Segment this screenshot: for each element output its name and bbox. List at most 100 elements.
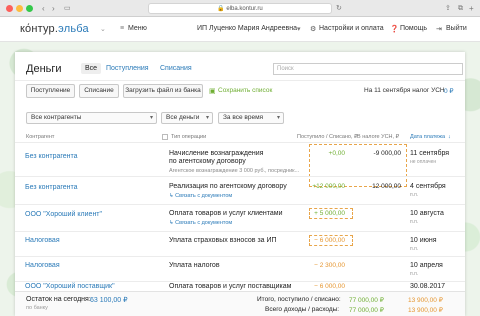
operation-type: Реализация по агентскому договору (169, 183, 287, 190)
money-panel: Деньги Все Поступления Списания Поиск По… (15, 52, 465, 316)
contractor-filter[interactable]: Все контрагенты ▾ (26, 112, 157, 124)
help-link[interactable]: Помощь (400, 25, 427, 32)
chevron-down-icon: ▾ (276, 115, 280, 121)
contractor-link[interactable]: Без контрагента (25, 184, 78, 191)
payment-date: 10 августа (410, 210, 444, 217)
tax-note: На 11 сентября налог УСН (364, 87, 445, 94)
table-row[interactable]: ООО "Хороший поставщик" Оплата товаров и… (15, 282, 465, 291)
menu-icon: ≡ (120, 25, 125, 32)
col-contractor[interactable]: Контрагент (26, 134, 54, 140)
link-icon: ↳ (169, 220, 174, 226)
chevron-down-icon: ▾ (205, 115, 209, 121)
all-expense: 13 900,00 ₽ (408, 307, 443, 314)
payment-doc[interactable]: п.п. (410, 219, 418, 225)
table-row[interactable]: Без контрагента Начисление вознаграждени… (15, 146, 465, 176)
balance-sub: по банку (26, 305, 48, 311)
upload-bank-file-button[interactable]: Загрузить файл из банка (123, 84, 203, 98)
expense-button[interactable]: Списание (79, 84, 119, 98)
select-all-checkbox[interactable] (162, 134, 168, 140)
amount-value: + 5 000,00 (314, 210, 345, 217)
payment-status: не оплачен (410, 159, 437, 165)
income-button[interactable]: Поступление (26, 84, 75, 98)
settings-link[interactable]: Настройки и оплата (319, 25, 384, 32)
share-icon[interactable]: ⇪ (445, 3, 451, 14)
search-input[interactable]: Поиск (273, 63, 463, 75)
total-expense: 13 900,00 ₽ (408, 297, 443, 304)
logout-link[interactable]: Выйти (446, 25, 467, 32)
logo[interactable]: кόнтур.эльба (20, 23, 89, 35)
col-operation[interactable]: Тип операции (171, 134, 206, 140)
table-row[interactable]: Налоговая Уплата страховых взносов за ИП… (15, 233, 465, 258)
col-date[interactable]: Дата платежа (410, 134, 445, 140)
tax-note-value[interactable]: 0 ₽ (444, 87, 454, 95)
contractor-link[interactable]: ООО "Хороший поставщик" (25, 283, 115, 290)
operation-type: Уплата налогов (169, 262, 220, 269)
payment-doc[interactable]: п.п. (410, 246, 418, 252)
chevron-down-icon: ▾ (297, 26, 301, 33)
operation-type: Начисление вознаграждения (169, 150, 264, 157)
tab-expense[interactable]: Списания (160, 65, 192, 72)
chevron-down-icon[interactable]: ⌄ (100, 25, 106, 33)
col-tax[interactable]: В налоге УСН, ₽ (357, 134, 399, 140)
col-amount[interactable]: Поступило / Списано, ₽ (297, 134, 358, 140)
tax-value: 12 000,00 (372, 183, 401, 190)
table-row[interactable]: ООО "Хороший клиент" Оплата товаров и ус… (15, 207, 465, 232)
contractor-link[interactable]: Без контрагента (25, 153, 78, 160)
operation-type: Уплата страховых взносов за ИП (169, 237, 277, 244)
table-row[interactable]: Налоговая Уплата налогов − 2 300,00 10 а… (15, 258, 465, 283)
forward-icon[interactable]: › (52, 3, 55, 14)
payment-date: 30.08.2017 (410, 283, 446, 290)
amount-value: − 6 000,00 (314, 283, 345, 290)
amount-value: − 6 000,00 (314, 237, 345, 244)
total-income: 77 000,00 ₽ (349, 297, 384, 304)
save-list-link[interactable]: Сохранить список (218, 87, 272, 94)
lock-icon: 🔒 (217, 6, 225, 12)
sidebar-icon[interactable]: ▭ (64, 3, 71, 14)
address-bar[interactable]: 🔒 elba.kontur.ru (148, 3, 332, 14)
app-header: кόнтур.эльба ⌄ ≡ Меню ИП Луценко Мария А… (0, 17, 480, 42)
balance-value[interactable]: 63 100,00 ₽ (90, 296, 128, 304)
save-icon: ▣ (209, 88, 216, 95)
close-window-button[interactable] (6, 5, 13, 12)
tab-all[interactable]: Все (81, 63, 102, 74)
payment-doc[interactable]: п.п. (410, 192, 418, 198)
link-icon: ↳ (169, 193, 174, 199)
chevron-down-icon: ▾ (149, 115, 153, 121)
zoom-window-button[interactable] (26, 5, 33, 12)
menu-button[interactable]: Меню (128, 25, 147, 32)
link-document[interactable]: ↳ Связать с документом (169, 193, 232, 199)
browser-toolbar: ‹ › ▭ 🔒 elba.kontur.ru ↻ ⇪ ⧉ + (0, 0, 480, 17)
page-title: Деньги (26, 63, 62, 75)
totals-label: Итого, поступило / списано: (257, 296, 341, 303)
tab-income[interactable]: Поступления (106, 65, 149, 72)
contractor-link[interactable]: Налоговая (25, 262, 60, 269)
contractor-link[interactable]: Налоговая (25, 237, 60, 244)
balance-label: Остаток на сегодня: (26, 296, 91, 303)
minimize-window-button[interactable] (16, 5, 23, 12)
payment-date: 10 июня (410, 237, 437, 244)
tabs-icon[interactable]: ⧉ (458, 3, 463, 14)
all-income: 77 000,00 ₽ (349, 307, 384, 314)
back-icon[interactable]: ‹ (42, 3, 45, 14)
payment-date: 10 апреля (410, 262, 443, 269)
operation-note: Агентское вознаграждение 3 000 руб., пос… (169, 168, 300, 174)
table-row[interactable]: Без контрагента Реализация по агентскому… (15, 179, 465, 204)
period-filter[interactable]: За все время ▾ (218, 112, 284, 124)
payment-doc[interactable]: п.п. (410, 271, 418, 277)
new-tab-icon[interactable]: + (469, 3, 474, 14)
reload-icon[interactable]: ↻ (336, 3, 342, 14)
gear-icon: ⚙ (310, 26, 317, 33)
sort-arrow-icon[interactable]: ↓ (448, 134, 451, 140)
help-icon: ❓ (390, 26, 399, 33)
amount-value: − 2 300,00 (314, 262, 345, 269)
all-label: Всего доходы / расходы: (265, 306, 340, 313)
totals-footer: Остаток на сегодня: 63 100,00 ₽ по банку… (15, 291, 465, 316)
operation-type: Оплата товаров и услуг клиентами (169, 210, 283, 217)
money-filter[interactable]: Все деньги ▾ (161, 112, 213, 124)
url-text: elba.kontur.ru (226, 6, 263, 12)
amount-value: +0,00 (328, 150, 345, 157)
contractor-link[interactable]: ООО "Хороший клиент" (25, 211, 102, 218)
company-selector[interactable]: ИП Луценко Мария Андреевна (197, 25, 297, 32)
link-document[interactable]: ↳ Связать с документом (169, 220, 232, 226)
payment-date: 4 сентября (410, 183, 446, 190)
